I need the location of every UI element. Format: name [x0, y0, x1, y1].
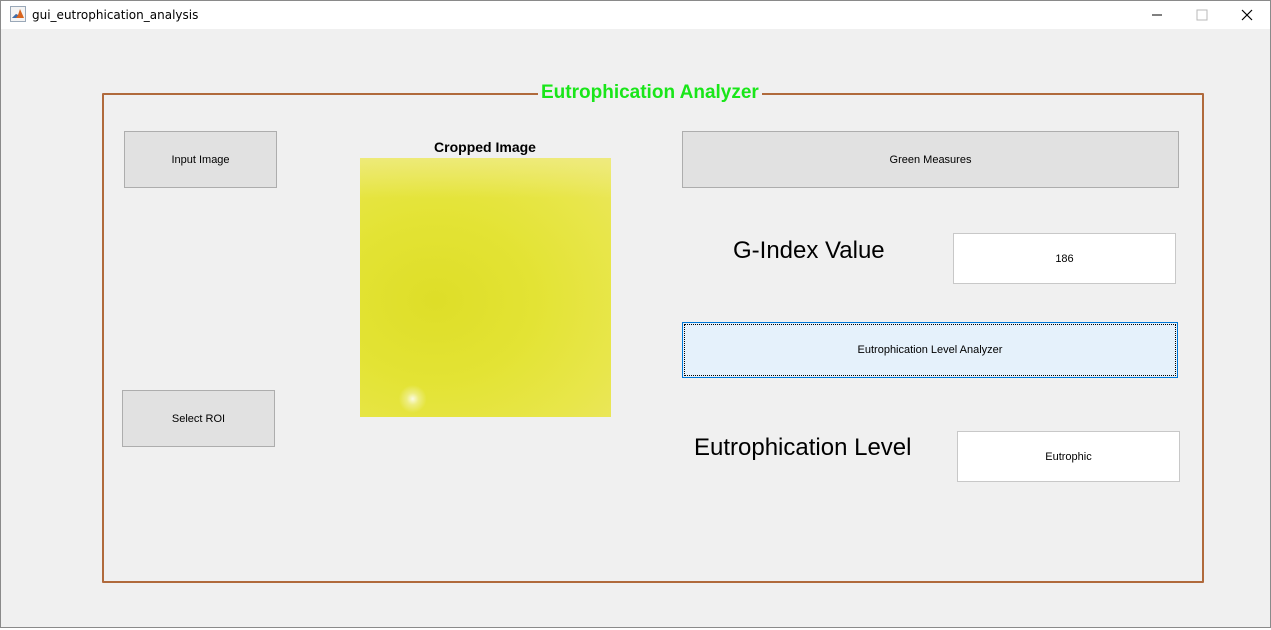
- gindex-label: G-Index Value: [733, 237, 885, 264]
- eutrophication-level-label: Eutrophication Level: [694, 434, 912, 461]
- close-button[interactable]: [1224, 1, 1270, 29]
- window-title: gui_eutrophication_analysis: [32, 8, 199, 22]
- eutrophication-level-field[interactable]: Eutrophic: [957, 431, 1180, 482]
- matlab-icon: [10, 6, 26, 22]
- gindex-value-field[interactable]: 186: [953, 233, 1176, 284]
- green-measures-button[interactable]: Green Measures: [682, 131, 1179, 188]
- select-roi-button[interactable]: Select ROI: [122, 390, 275, 447]
- cropped-image: [360, 158, 611, 417]
- app-window: gui_eutrophication_analysis Eutrophicati…: [0, 0, 1271, 628]
- maximize-icon: [1196, 9, 1208, 21]
- title-bar[interactable]: gui_eutrophication_analysis: [1, 1, 1270, 29]
- close-icon: [1241, 9, 1253, 21]
- minimize-button[interactable]: [1134, 1, 1180, 29]
- figure-area: Eutrophication Analyzer Input Image Sele…: [1, 29, 1270, 627]
- minimize-icon: [1152, 14, 1162, 16]
- maximize-button[interactable]: [1179, 1, 1225, 29]
- input-image-button[interactable]: Input Image: [124, 131, 277, 188]
- eutrophication-level-analyzer-button[interactable]: Eutrophication Level Analyzer: [682, 322, 1178, 378]
- panel-title: Eutrophication Analyzer: [538, 82, 762, 104]
- cropped-image-title: Cropped Image: [434, 139, 536, 155]
